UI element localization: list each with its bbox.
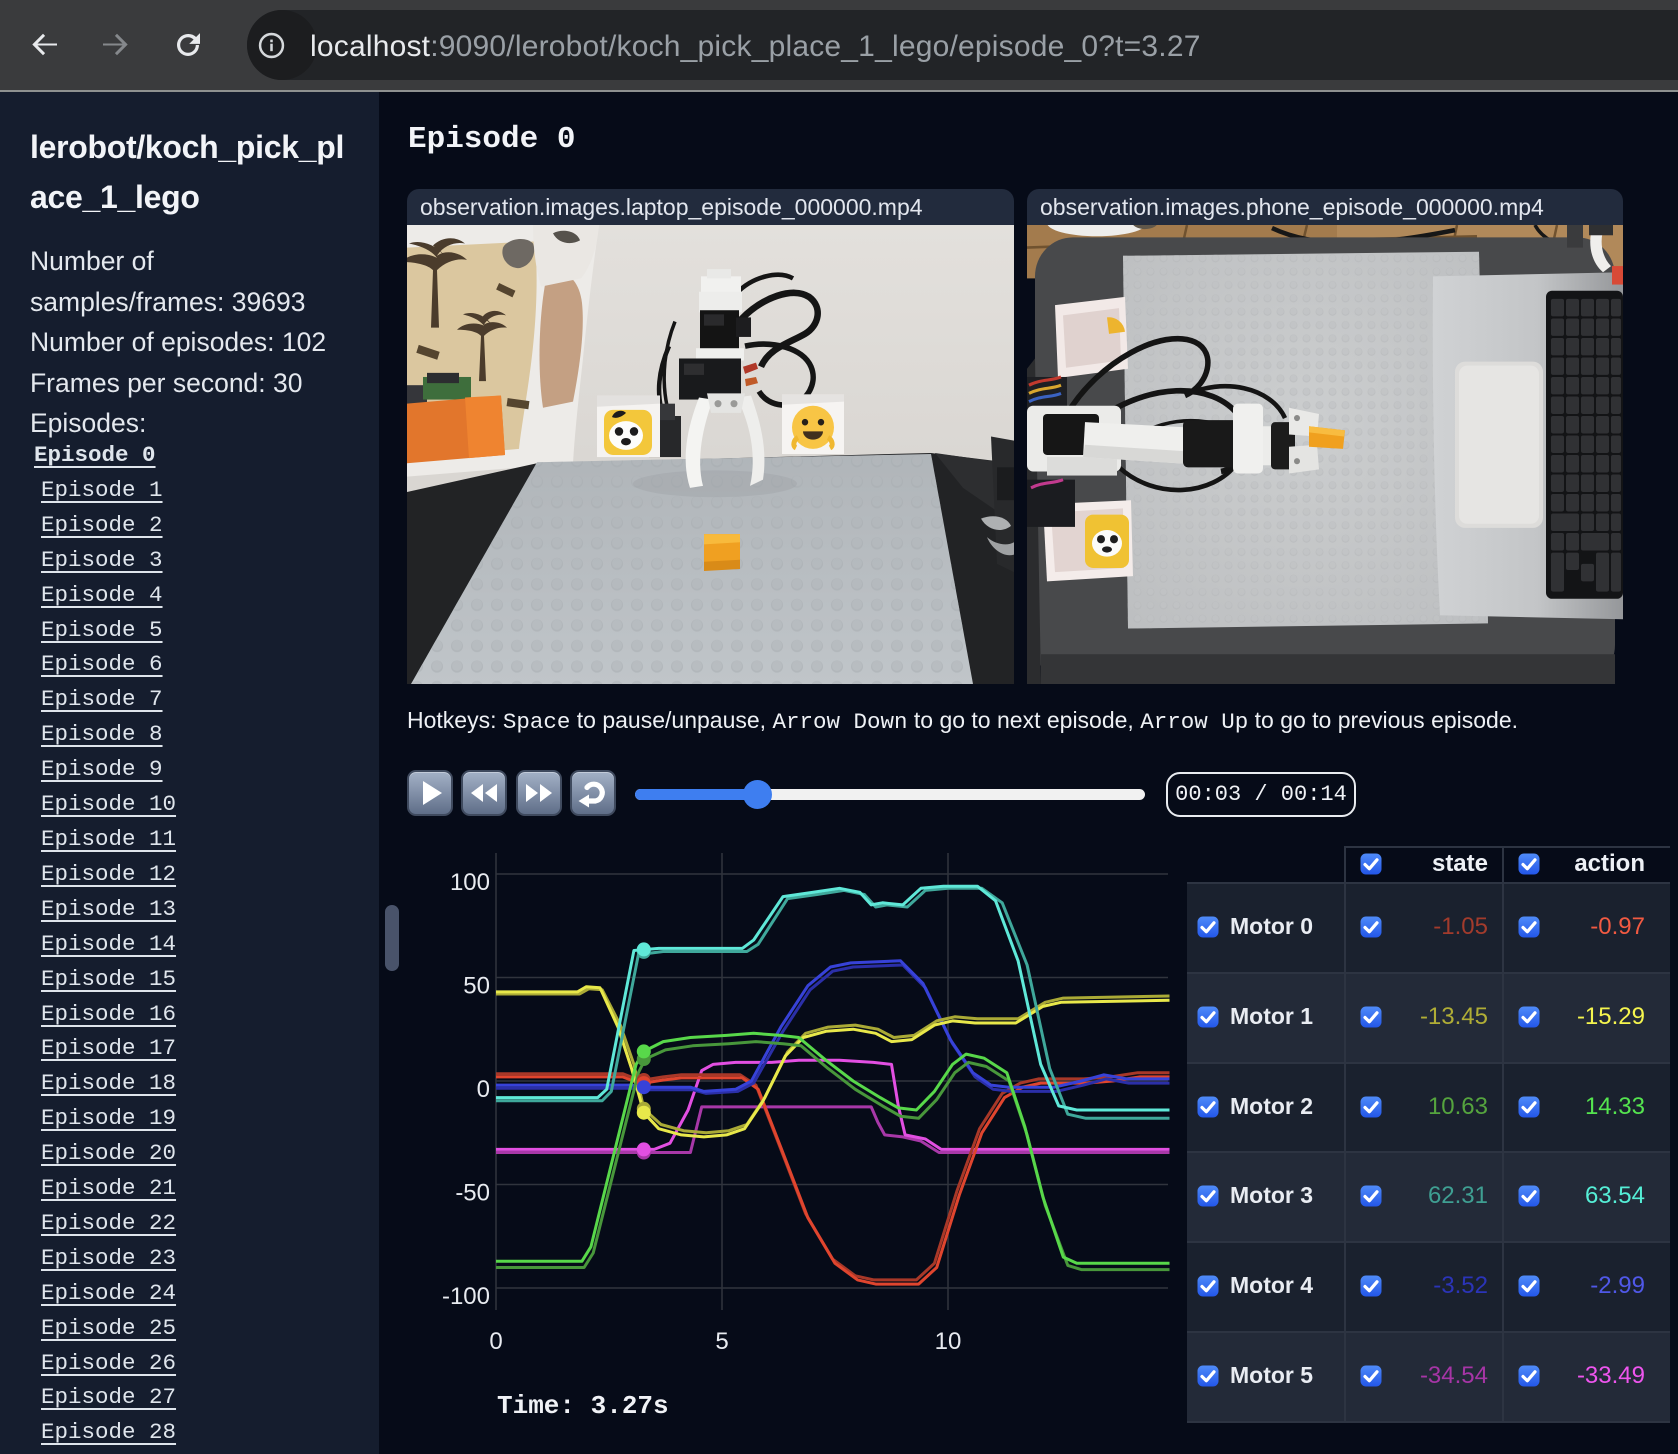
svg-text:-100: -100: [442, 1283, 490, 1310]
svg-text:0: 0: [489, 1328, 502, 1355]
svg-text:5: 5: [715, 1328, 728, 1355]
svg-text:100: 100: [450, 869, 490, 896]
svg-text:-50: -50: [455, 1180, 490, 1207]
svg-text:10: 10: [935, 1328, 962, 1355]
svg-text:0: 0: [477, 1076, 490, 1103]
svg-text:Time: 3.27s: Time: 3.27s: [497, 1391, 669, 1421]
svg-text:50: 50: [463, 973, 490, 1000]
